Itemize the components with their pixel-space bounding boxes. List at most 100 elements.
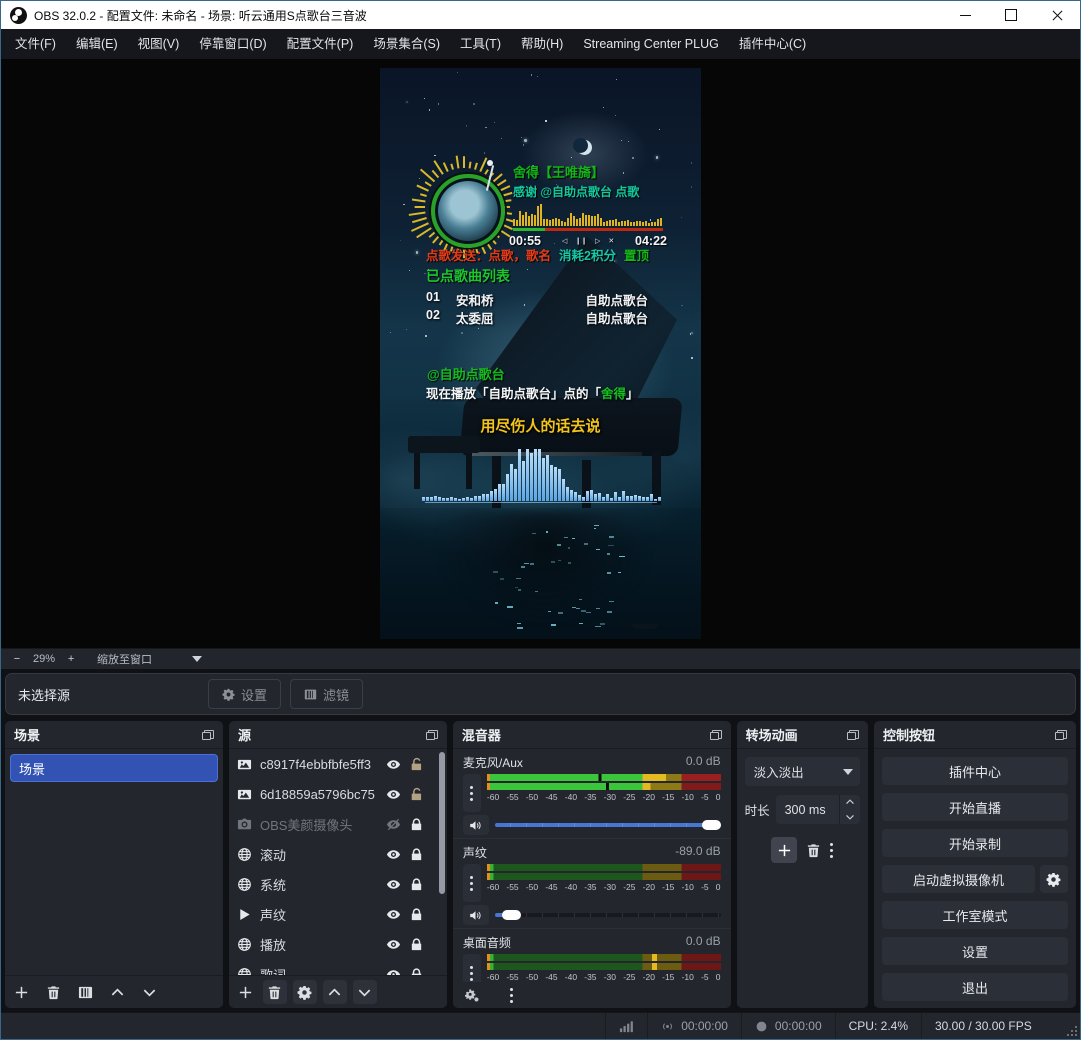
add-transition-button[interactable] bbox=[771, 837, 797, 863]
scene-up-button[interactable] bbox=[110, 985, 125, 1000]
menu-streaming-center-plug[interactable]: Streaming Center PLUG bbox=[573, 29, 728, 59]
filter-icon bbox=[304, 688, 317, 701]
start-streaming-button[interactable]: 开始直播 bbox=[882, 793, 1068, 821]
source-row[interactable]: 歌词 bbox=[229, 959, 447, 975]
resize-grip[interactable] bbox=[1068, 1027, 1077, 1036]
menu-docks[interactable]: 停靠窗口(D) bbox=[189, 29, 276, 59]
source-row[interactable]: 播放 bbox=[229, 929, 447, 959]
menu-edit[interactable]: 编辑(E) bbox=[66, 29, 128, 59]
popout-icon[interactable] bbox=[710, 730, 722, 740]
cpu-usage: CPU: 2.4% bbox=[835, 1013, 921, 1039]
exit-button[interactable]: 退出 bbox=[882, 973, 1068, 1001]
source-row[interactable]: 系统 bbox=[229, 869, 447, 899]
source-up-button[interactable] bbox=[323, 980, 347, 1004]
channel-menu-button[interactable] bbox=[463, 864, 481, 902]
popout-icon[interactable] bbox=[847, 730, 859, 740]
close-button[interactable] bbox=[1034, 1, 1080, 29]
lock-icon[interactable] bbox=[409, 967, 424, 976]
lyric-line: 用尽伤人的话去说 bbox=[380, 415, 701, 436]
start-recording-button[interactable]: 开始录制 bbox=[882, 829, 1068, 857]
mixer-channel: 声纹-89.0 dB -60-55-50-45-40-35-30-25-20-1… bbox=[453, 839, 731, 929]
remove-scene-button[interactable] bbox=[46, 985, 61, 1000]
scene-preview[interactable]: 舍得【王唯旖】 感谢 @自助点歌台 点歌 00:55 ◁ ❙❙ ▷ ✕ 04:2… bbox=[380, 68, 701, 639]
source-row[interactable]: 滚动 bbox=[229, 839, 447, 869]
maximize-button[interactable] bbox=[988, 1, 1034, 29]
lock-icon[interactable] bbox=[409, 907, 424, 922]
menu-scene-collection[interactable]: 场景集合(S) bbox=[363, 29, 450, 59]
remove-source-button[interactable] bbox=[263, 980, 287, 1004]
virtual-camera-settings-button[interactable] bbox=[1040, 865, 1068, 893]
zoom-dropdown-caret-icon[interactable] bbox=[192, 656, 202, 662]
popout-icon[interactable] bbox=[202, 730, 214, 740]
scene-down-button[interactable] bbox=[142, 985, 157, 1000]
fit-to-window-label[interactable]: 缩放至窗口 bbox=[97, 651, 152, 667]
menu-plugin-center[interactable]: 插件中心(C) bbox=[729, 29, 816, 59]
channel-menu-button[interactable] bbox=[463, 774, 481, 812]
source-row[interactable]: OBS美颜摄像头 bbox=[229, 809, 447, 839]
mixer-menu-button[interactable] bbox=[510, 994, 513, 997]
settings-button[interactable]: 设置 bbox=[882, 937, 1068, 965]
menu-tools[interactable]: 工具(T) bbox=[450, 29, 511, 59]
vu-meter bbox=[487, 864, 721, 871]
eye-off-icon[interactable] bbox=[386, 817, 401, 832]
scene-filters-button[interactable] bbox=[78, 985, 93, 1000]
menu-view[interactable]: 视图(V) bbox=[128, 29, 190, 59]
eye-icon[interactable] bbox=[386, 847, 401, 862]
popout-icon[interactable] bbox=[426, 730, 438, 740]
source-row[interactable]: 声纹 bbox=[229, 899, 447, 929]
channel-db: 0.0 dB bbox=[686, 754, 721, 771]
menu-profile[interactable]: 配置文件(P) bbox=[277, 29, 364, 59]
menu-file[interactable]: 文件(F) bbox=[5, 29, 66, 59]
transition-select[interactable]: 淡入淡出 bbox=[745, 757, 860, 786]
source-row[interactable]: c8917f4ebbfbfe5ff3 bbox=[229, 749, 447, 779]
add-source-button[interactable] bbox=[238, 985, 253, 1000]
gear-icon bbox=[222, 688, 235, 701]
request-instructions: 点歌发送：点歌，歌名消耗2积分置顶 bbox=[426, 245, 649, 264]
plugin-center-button[interactable]: 插件中心 bbox=[882, 757, 1068, 785]
eye-icon[interactable] bbox=[386, 967, 401, 976]
lock-icon[interactable] bbox=[409, 847, 424, 862]
advanced-audio-button[interactable] bbox=[465, 988, 480, 1003]
studio-mode-button[interactable]: 工作室模式 bbox=[882, 901, 1068, 929]
mute-button[interactable] bbox=[463, 905, 489, 925]
scene-item-selected[interactable]: 场景 bbox=[10, 754, 218, 782]
sources-scrollbar[interactable] bbox=[439, 752, 445, 894]
lock-icon[interactable] bbox=[409, 937, 424, 952]
eye-icon[interactable] bbox=[386, 757, 401, 772]
zoom-out-button[interactable]: − bbox=[9, 653, 25, 665]
lock-icon[interactable] bbox=[409, 877, 424, 892]
source-properties-button[interactable] bbox=[293, 980, 317, 1004]
sources-dock: 源 c8917f4ebbfbfe5ff3 6d18859a5796bc75 OB… bbox=[229, 721, 447, 1008]
unlock-icon[interactable] bbox=[409, 757, 424, 772]
eye-icon[interactable] bbox=[386, 937, 401, 952]
lock-icon[interactable] bbox=[409, 817, 424, 832]
unlock-icon[interactable] bbox=[409, 787, 424, 802]
eye-icon[interactable] bbox=[386, 877, 401, 892]
minimize-button[interactable] bbox=[942, 1, 988, 29]
mute-button[interactable] bbox=[463, 815, 489, 835]
transition-menu-button[interactable] bbox=[830, 849, 833, 852]
spin-up-button[interactable] bbox=[840, 795, 860, 810]
properties-button[interactable]: 设置 bbox=[208, 679, 281, 709]
start-virtual-camera-button[interactable]: 启动虚拟摄像机 bbox=[882, 865, 1035, 893]
eye-icon[interactable] bbox=[386, 907, 401, 922]
menu-help[interactable]: 帮助(H) bbox=[511, 29, 573, 59]
volume-slider[interactable] bbox=[495, 819, 721, 831]
source-row[interactable]: 6d18859a5796bc75 bbox=[229, 779, 447, 809]
filters-button[interactable]: 滤镜 bbox=[290, 679, 363, 709]
mixer-channel: 麦克风/Aux0.0 dB -60-55-50-45-40-35-30-25-2… bbox=[453, 749, 731, 839]
source-down-button[interactable] bbox=[353, 980, 377, 1004]
channel-name: 麦克风/Aux bbox=[463, 754, 523, 771]
add-scene-button[interactable] bbox=[14, 985, 29, 1000]
source-properties-bar: 未选择源 设置 滤镜 bbox=[5, 673, 1076, 715]
duration-spinner[interactable]: 300 ms bbox=[776, 795, 860, 824]
zoom-in-button[interactable]: + bbox=[63, 653, 79, 665]
preview-zoom-bar: − 29% + 缩放至窗口 bbox=[1, 648, 1080, 669]
spin-down-button[interactable] bbox=[840, 810, 860, 825]
popout-icon[interactable] bbox=[1055, 730, 1067, 740]
volume-slider[interactable] bbox=[495, 909, 721, 921]
channel-menu-button[interactable] bbox=[463, 954, 481, 982]
blue-spectrum bbox=[422, 449, 662, 501]
remove-transition-button[interactable] bbox=[806, 843, 821, 858]
eye-icon[interactable] bbox=[386, 787, 401, 802]
